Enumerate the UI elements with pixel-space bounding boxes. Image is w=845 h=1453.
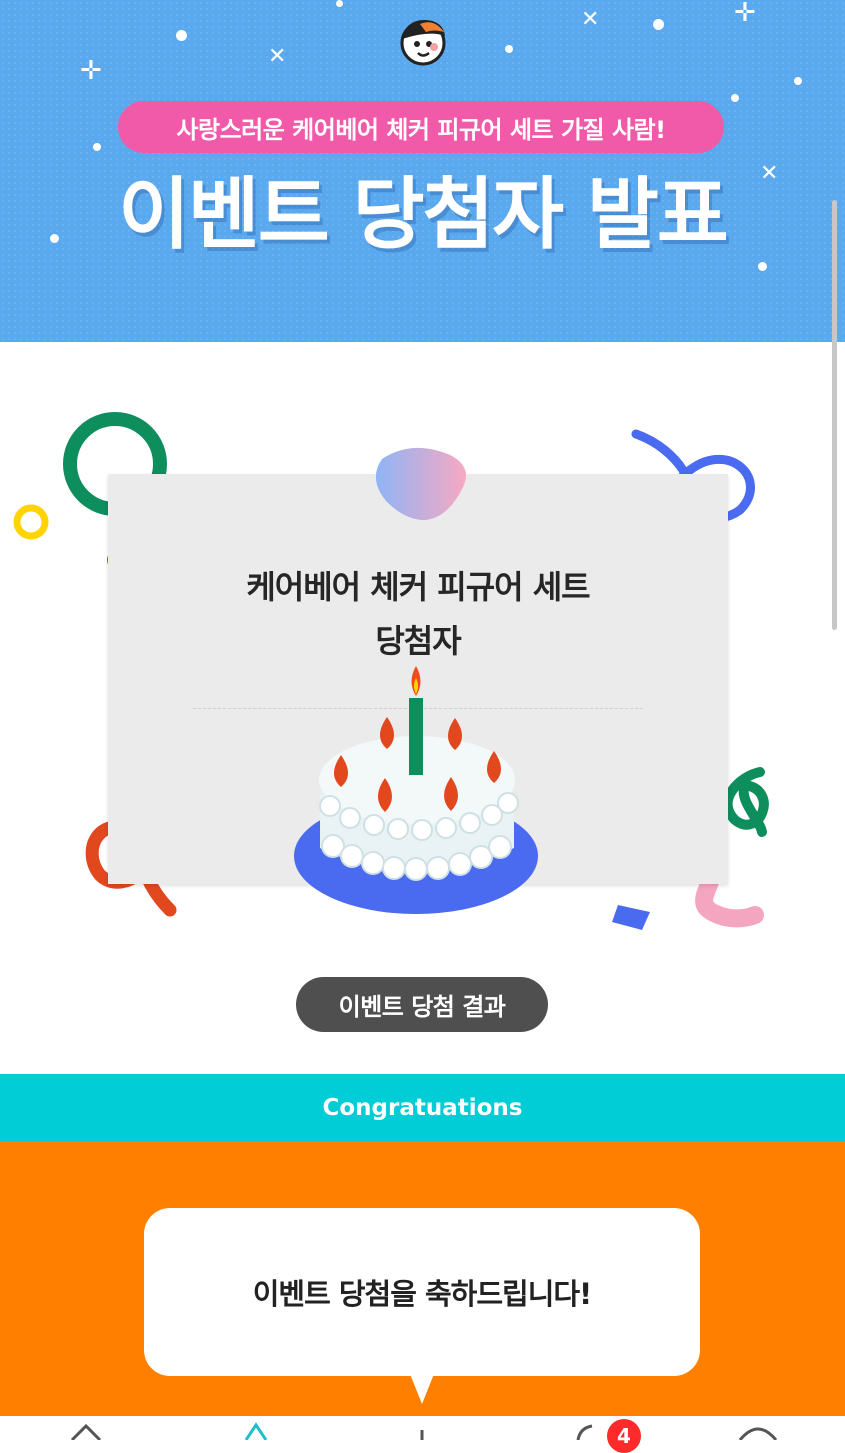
notification-badge: 4	[607, 1419, 641, 1453]
gradient-blob-icon	[375, 447, 466, 521]
sparkle-dot	[93, 143, 101, 151]
page-scrollbar[interactable]	[832, 200, 837, 630]
plus-icon[interactable]	[402, 1420, 442, 1440]
page-title: 이벤트 당첨자 발표	[118, 170, 728, 260]
notification-bell-icon[interactable]	[570, 1420, 610, 1440]
card-title: 케어베어 체커 피규어 세트 당첨자	[108, 560, 728, 668]
event-result-button[interactable]: 이벤트 당첨 결과	[296, 977, 548, 1032]
home-icon[interactable]	[66, 1420, 106, 1440]
mascot-logo-icon	[400, 19, 446, 66]
sparkle-dot	[505, 45, 513, 53]
navigation-icon[interactable]	[236, 1420, 276, 1440]
profile-icon[interactable]	[738, 1420, 778, 1440]
birthday-cake-icon	[294, 666, 538, 914]
sparkle-x-icon: ✕	[581, 7, 600, 32]
sparkle-plus-icon: ✛	[734, 0, 756, 28]
sparkle-plus-icon: ✛	[80, 56, 102, 86]
sparkle-dot	[794, 77, 802, 85]
bottom-navigation-bar	[0, 1416, 845, 1440]
sparkle-dot	[653, 19, 664, 30]
event-tagline-pill: 사랑스러운 케어베어 체커 피규어 세트 가질 사람!	[118, 101, 724, 153]
sparkle-dot	[176, 30, 187, 41]
card-title-line1: 케어베어 체커 피규어 세트	[246, 568, 590, 606]
congrats-banner: Congratuations	[0, 1074, 845, 1141]
sparkle-dot	[731, 94, 739, 102]
event-header-banner: ✛ ✛ ✕ ✕ ✕ 사랑스러운 케어베어 체커 피규어 세트 가질 사람! 이벤…	[0, 0, 845, 342]
speech-bubble-tail	[410, 1374, 434, 1404]
congratulation-message: 이벤트 당첨을 축하드립니다!	[252, 1277, 593, 1311]
speech-bubble: 이벤트 당첨을 축하드립니다!	[144, 1208, 700, 1376]
sparkle-dot	[336, 0, 343, 7]
sparkle-x-icon: ✕	[268, 44, 287, 69]
